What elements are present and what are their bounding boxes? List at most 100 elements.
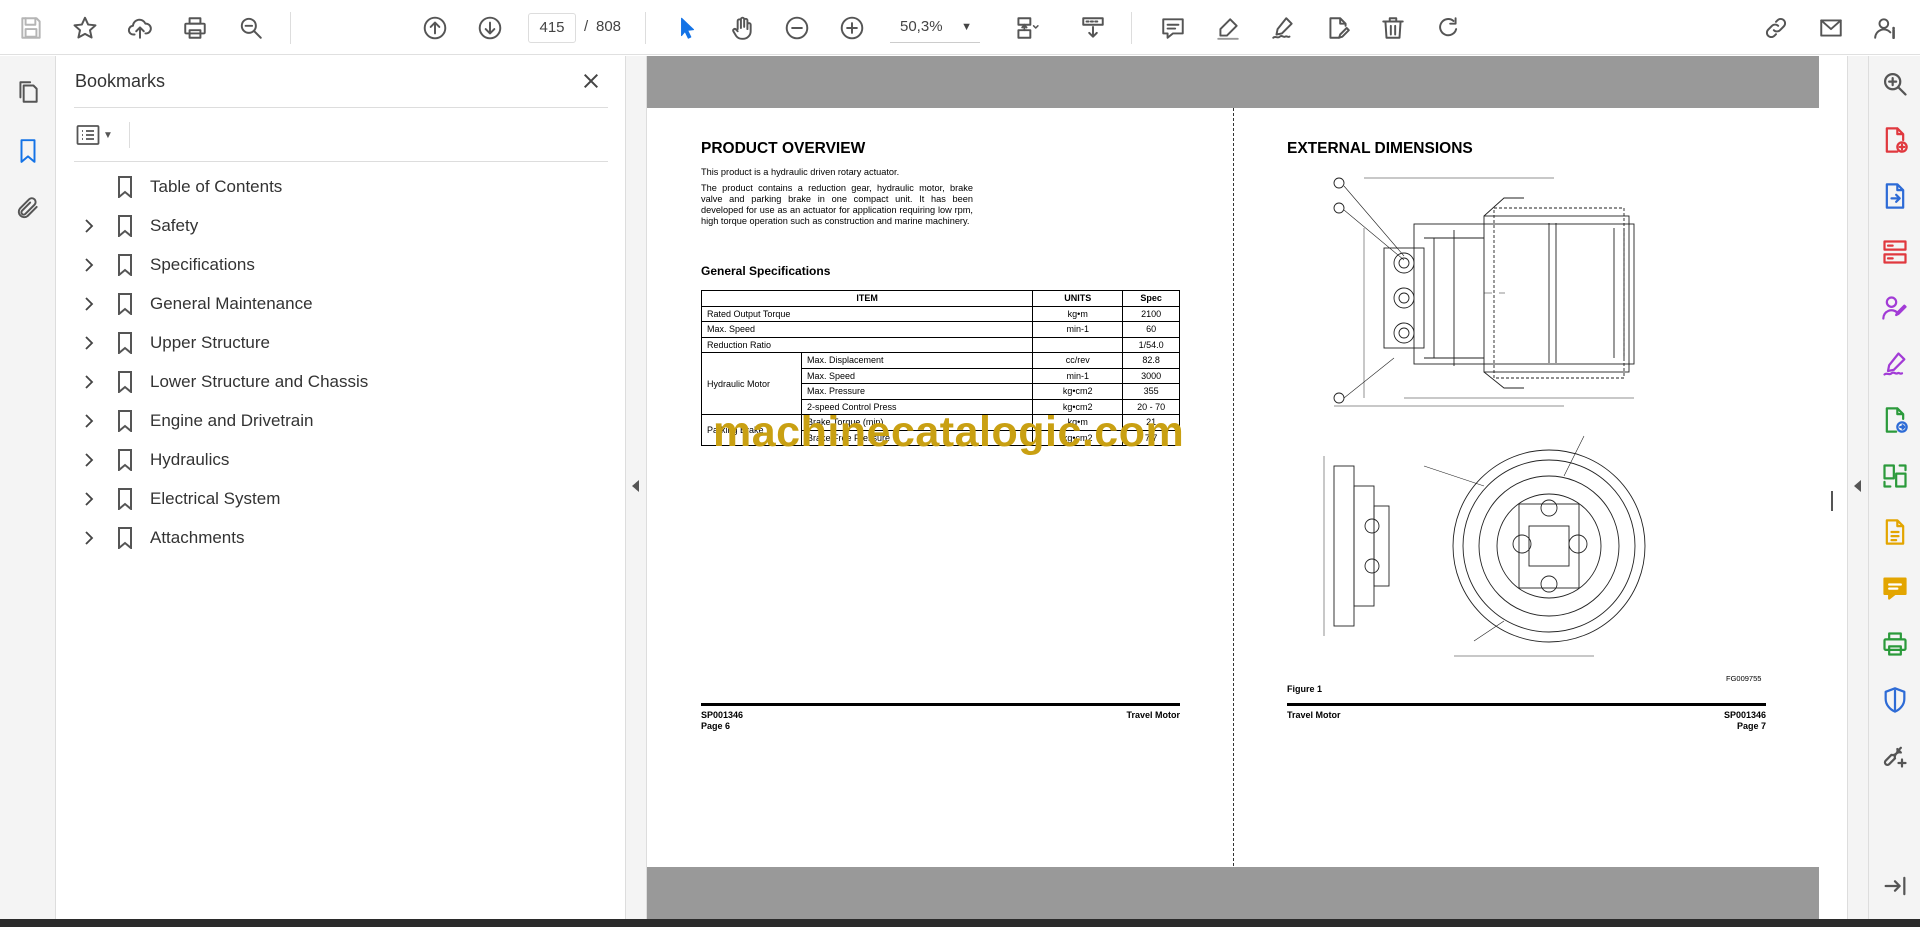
chevron-right-icon[interactable] — [78, 371, 100, 393]
page-fit-icon[interactable] — [1003, 8, 1049, 48]
zoom-search-icon[interactable] — [231, 8, 271, 48]
table-cell: cc/rev — [1032, 352, 1124, 369]
more-tools-icon[interactable] — [1875, 736, 1915, 776]
scroll-mode-icon[interactable] — [1070, 8, 1116, 48]
bookmark-item[interactable]: Specifications — [74, 247, 608, 283]
toolbar-divider — [1131, 12, 1132, 44]
bookmark-icon — [110, 252, 140, 278]
footer-rule — [701, 703, 1180, 706]
print-production-icon[interactable] — [1875, 624, 1915, 664]
window-bottom-edge — [0, 919, 1920, 927]
bookmark-item[interactable]: Table of Contents — [74, 169, 608, 205]
upload-icon[interactable] — [120, 8, 160, 48]
bookmark-item[interactable]: Hydraulics — [74, 442, 608, 478]
attachment-icon[interactable] — [8, 188, 48, 228]
bookmark-item[interactable]: Upper Structure — [74, 325, 608, 361]
divider — [129, 122, 130, 148]
toolbar-divider — [645, 12, 646, 44]
table-cell: Max. Pressure — [800, 383, 1034, 400]
email-icon[interactable] — [1811, 8, 1851, 48]
bookmark-item[interactable]: Lower Structure and Chassis — [74, 364, 608, 400]
bookmark-icon — [110, 525, 140, 551]
bookmark-item[interactable]: Engine and Drivetrain — [74, 403, 608, 439]
table-cell: Max. Displacement — [800, 352, 1034, 369]
chevron-right-icon[interactable] — [78, 449, 100, 471]
bookmark-label: Upper Structure — [150, 333, 270, 352]
bookmark-icon[interactable] — [8, 131, 48, 171]
arrow-up-circle-icon[interactable] — [415, 8, 455, 48]
bookmark-label: Engine and Drivetrain — [150, 411, 314, 430]
save-icon[interactable] — [11, 8, 51, 48]
arrow-down-circle-icon[interactable] — [470, 8, 510, 48]
compare-icon[interactable] — [1875, 456, 1915, 496]
bookmark-item[interactable]: Electrical System — [74, 481, 608, 517]
print-icon[interactable] — [175, 8, 215, 48]
fill-form-icon[interactable] — [1318, 8, 1358, 48]
protect-icon[interactable] — [1875, 680, 1915, 720]
scrollbar-thumb[interactable] — [1831, 491, 1833, 511]
zoom-out-icon[interactable] — [777, 8, 817, 48]
bookmark-options-button[interactable]: ▼ — [76, 120, 122, 150]
sign-icon[interactable] — [1263, 8, 1303, 48]
vertical-scrollbar[interactable] — [1819, 56, 1847, 919]
rotate-icon[interactable] — [1428, 8, 1468, 48]
export-pdf-icon[interactable] — [1875, 176, 1915, 216]
send-review-icon[interactable] — [1875, 400, 1915, 440]
chevron-right-icon[interactable] — [78, 293, 100, 315]
table-cell — [1032, 336, 1124, 353]
share-link-icon[interactable] — [1756, 8, 1796, 48]
page-number-input[interactable]: 415 — [528, 13, 576, 43]
zoom-in-icon[interactable] — [832, 8, 872, 48]
figure-id: FG009755 — [1726, 674, 1762, 683]
edit-pdf-icon[interactable] — [1875, 512, 1915, 552]
star-icon[interactable] — [65, 8, 105, 48]
collapse-panel-handle[interactable] — [626, 56, 647, 919]
list-options-icon — [76, 125, 100, 145]
table-cell: min-1 — [1032, 367, 1124, 384]
pages-icon[interactable] — [8, 72, 48, 112]
page-total: 808 — [596, 18, 622, 35]
chevron-right-icon[interactable] — [78, 527, 100, 549]
chevron-right-icon[interactable] — [78, 410, 100, 432]
bookmark-label: Table of Contents — [150, 177, 283, 196]
chevron-right-icon[interactable] — [78, 215, 100, 237]
chevron-right-icon[interactable] — [78, 254, 100, 276]
bookmark-icon — [110, 447, 140, 473]
organize-pages-icon[interactable] — [1875, 232, 1915, 272]
chevron-right-icon[interactable] — [78, 332, 100, 354]
intro-paragraph: This product is a hydraulic driven rotar… — [701, 167, 900, 177]
collapse-tools-handle[interactable] — [1847, 56, 1868, 919]
fill-sign-icon[interactable] — [1875, 344, 1915, 384]
expand-icon[interactable] — [1875, 866, 1915, 906]
watermark-text: machinecatalogic.com — [713, 408, 1185, 456]
hand-tool-icon[interactable] — [722, 8, 762, 48]
request-signature-icon[interactable] — [1875, 288, 1915, 328]
document-viewport[interactable]: PRODUCT OVERVIEW This product is a hydra… — [647, 56, 1847, 919]
comment-icon[interactable] — [1153, 8, 1193, 48]
description-paragraph: The product contains a reduction gear, h… — [701, 183, 973, 226]
bookmark-item[interactable]: Safety — [74, 208, 608, 244]
page-gap — [647, 867, 1819, 919]
zoom-dropdown[interactable]: 50,3% ▼ — [890, 13, 980, 43]
pdf-page-left: PRODUCT OVERVIEW This product is a hydra… — [647, 108, 1233, 866]
top-toolbar: 415 / 808 50,3% ▼ — [0, 0, 1920, 55]
bookmark-label: Specifications — [150, 255, 255, 274]
select-cursor-icon[interactable] — [667, 8, 707, 48]
left-nav-rail — [0, 56, 56, 919]
close-icon[interactable] — [576, 66, 606, 96]
zoom-value: 50,3% — [900, 18, 943, 35]
highlight-icon[interactable] — [1208, 8, 1248, 48]
chevron-right-icon[interactable] — [78, 488, 100, 510]
create-pdf-icon[interactable] — [1875, 120, 1915, 160]
bookmark-icon — [110, 369, 140, 395]
chevron-down-icon: ▼ — [103, 129, 113, 141]
table-row: Hydraulic Motor Max. Displacement cc/rev… — [701, 352, 1180, 415]
trash-icon[interactable] — [1373, 8, 1413, 48]
bookmark-item[interactable]: General Maintenance — [74, 286, 608, 322]
search-zoom-icon[interactable] — [1875, 64, 1915, 104]
footer-title: Travel Motor — [1126, 710, 1180, 720]
bookmark-item[interactable]: Attachments — [74, 520, 608, 556]
comment-icon[interactable] — [1875, 568, 1915, 608]
account-icon[interactable] — [1866, 8, 1906, 48]
section-heading: General Specifications — [701, 264, 831, 278]
